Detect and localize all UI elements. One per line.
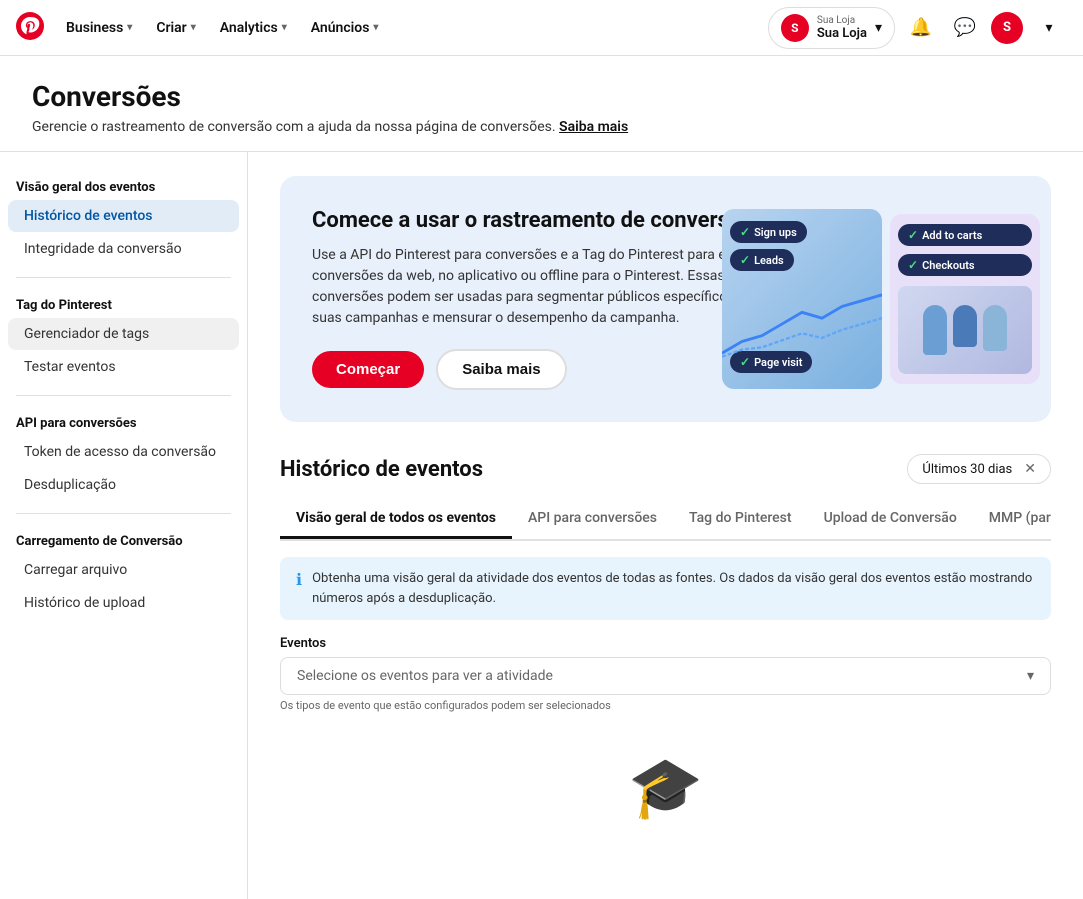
content-area: Visão geral dos eventos Histórico de eve… [0, 152, 1083, 899]
check-icon: ✓ [908, 228, 918, 242]
tab-tag-pinterest[interactable]: Tag do Pinterest [673, 500, 808, 539]
promo-card: Comece a usar o rastreamento de conversã… [280, 176, 1051, 422]
chevron-down-icon: ▾ [373, 22, 378, 33]
check-icon: ✓ [740, 253, 750, 267]
conversion-chart [722, 289, 882, 359]
sidebar-divider-2 [16, 395, 231, 396]
add-to-carts-badge: ✓ Add to carts [898, 224, 1032, 246]
chevron-down-icon: ▾ [191, 22, 196, 33]
close-icon[interactable]: ✕ [1024, 461, 1036, 477]
leads-badge: ✓ Leads [730, 249, 794, 271]
tabs-row: Visão geral de todos os eventos API para… [280, 500, 1051, 541]
nav-anuncios[interactable]: Anúncios ▾ [301, 12, 389, 44]
page-subtitle: Gerencie o rastreamento de conversão com… [32, 119, 1051, 135]
select-placeholder: Selecione os eventos para ver a atividad… [297, 668, 553, 684]
messages-button[interactable]: 💬 [947, 10, 983, 46]
chevron-down-icon: ▾ [282, 22, 287, 33]
sidebar-divider-3 [16, 513, 231, 514]
tab-upload-conversao[interactable]: Upload de Conversão [808, 500, 973, 539]
tab-visao-geral[interactable]: Visão geral de todos os eventos [280, 500, 512, 539]
account-button[interactable]: S Sua Loja Sua Loja ▾ [768, 7, 895, 49]
bottle-2 [953, 305, 977, 347]
nav-criar[interactable]: Criar ▾ [146, 12, 205, 44]
page-header: Conversões Gerencie o rastreamento de co… [0, 56, 1083, 152]
start-button[interactable]: Começar [312, 351, 424, 388]
promo-image-left: ✓ Sign ups ✓ Leads ✓ Page visit [722, 209, 882, 389]
select-hint: Os tipos de evento que estão configurado… [280, 699, 1051, 712]
sidebar-item-historico-upload[interactable]: Histórico de upload [8, 587, 239, 619]
check-icon: ✓ [740, 225, 750, 239]
page-title: Conversões [32, 80, 1051, 113]
chevron-down-icon: ▾ [127, 22, 132, 33]
sign-ups-badge: ✓ Sign ups [730, 221, 807, 243]
eventos-label: Eventos [280, 636, 1051, 651]
sidebar-section-carregamento: Carregamento de Conversão [0, 526, 247, 553]
date-filter[interactable]: Últimos 30 dias ✕ [907, 454, 1051, 484]
empty-state: 🎓 [280, 712, 1051, 875]
info-icon: ℹ [296, 570, 302, 589]
product-bottles [915, 297, 1015, 363]
date-filter-label: Últimos 30 dias [922, 462, 1012, 477]
sidebar-divider-1 [16, 277, 231, 278]
pinterest-logo[interactable] [16, 12, 44, 44]
sidebar-section-tag: Tag do Pinterest [0, 290, 247, 317]
promo-image-right: ✓ Add to carts ✓ Checkouts [890, 214, 1040, 384]
checkouts-badge: ✓ Checkouts [898, 254, 1032, 276]
learn-more-link[interactable]: Saiba mais [559, 119, 628, 135]
promo-visual: ✓ Sign ups ✓ Leads ✓ Page visit [711, 176, 1051, 422]
nav-business[interactable]: Business ▾ [56, 12, 142, 44]
sidebar: Visão geral dos eventos Histórico de eve… [0, 152, 248, 899]
tab-mmp[interactable]: MMP (parceiro de mensura... [973, 500, 1051, 539]
events-title: Histórico de eventos [280, 457, 483, 482]
product-image [898, 286, 1032, 374]
main-content: Comece a usar o rastreamento de conversã… [248, 152, 1083, 899]
bottle-1 [923, 305, 947, 355]
learn-more-button[interactable]: Saiba mais [436, 349, 566, 390]
sidebar-section-eventos: Visão geral dos eventos [0, 172, 247, 199]
bottle-3 [983, 305, 1007, 351]
events-select[interactable]: Selecione os eventos para ver a atividad… [280, 657, 1051, 695]
sidebar-item-gerenciador-tags[interactable]: Gerenciador de tags [8, 318, 239, 350]
sidebar-item-historico-eventos[interactable]: Histórico de eventos [8, 200, 239, 232]
check-icon: ✓ [908, 258, 918, 272]
user-avatar[interactable]: S [991, 12, 1023, 44]
nav-analytics[interactable]: Analytics ▾ [210, 12, 297, 44]
sidebar-item-desduplicacao[interactable]: Desduplicação [8, 469, 239, 501]
notifications-button[interactable]: 🔔 [903, 10, 939, 46]
sidebar-item-integridade[interactable]: Integridade da conversão [8, 233, 239, 265]
avatar: S [781, 14, 809, 42]
topnav: Business ▾ Criar ▾ Analytics ▾ Anúncios … [0, 0, 1083, 56]
sidebar-item-token-acesso[interactable]: Token de acesso da conversão [8, 436, 239, 468]
chevron-down-icon: ▾ [1027, 668, 1034, 684]
topnav-right: S Sua Loja Sua Loja ▾ 🔔 💬 S ▾ [768, 7, 1067, 49]
sidebar-item-carregar-arquivo[interactable]: Carregar arquivo [8, 554, 239, 586]
chevron-down-icon: ▾ [875, 20, 882, 36]
info-box: ℹ Obtenha uma visão geral da atividade d… [280, 557, 1051, 620]
tab-api-conversoes[interactable]: API para conversões [512, 500, 673, 539]
sidebar-section-api: API para conversões [0, 408, 247, 435]
empty-hat-icon: 🎓 [628, 752, 703, 823]
account-info: Sua Loja Sua Loja [817, 15, 867, 41]
sidebar-item-testar-eventos[interactable]: Testar eventos [8, 351, 239, 383]
more-options-button[interactable]: ▾ [1031, 10, 1067, 46]
info-text: Obtenha uma visão geral da atividade dos… [312, 569, 1035, 608]
events-header: Histórico de eventos Últimos 30 dias ✕ [280, 454, 1051, 484]
